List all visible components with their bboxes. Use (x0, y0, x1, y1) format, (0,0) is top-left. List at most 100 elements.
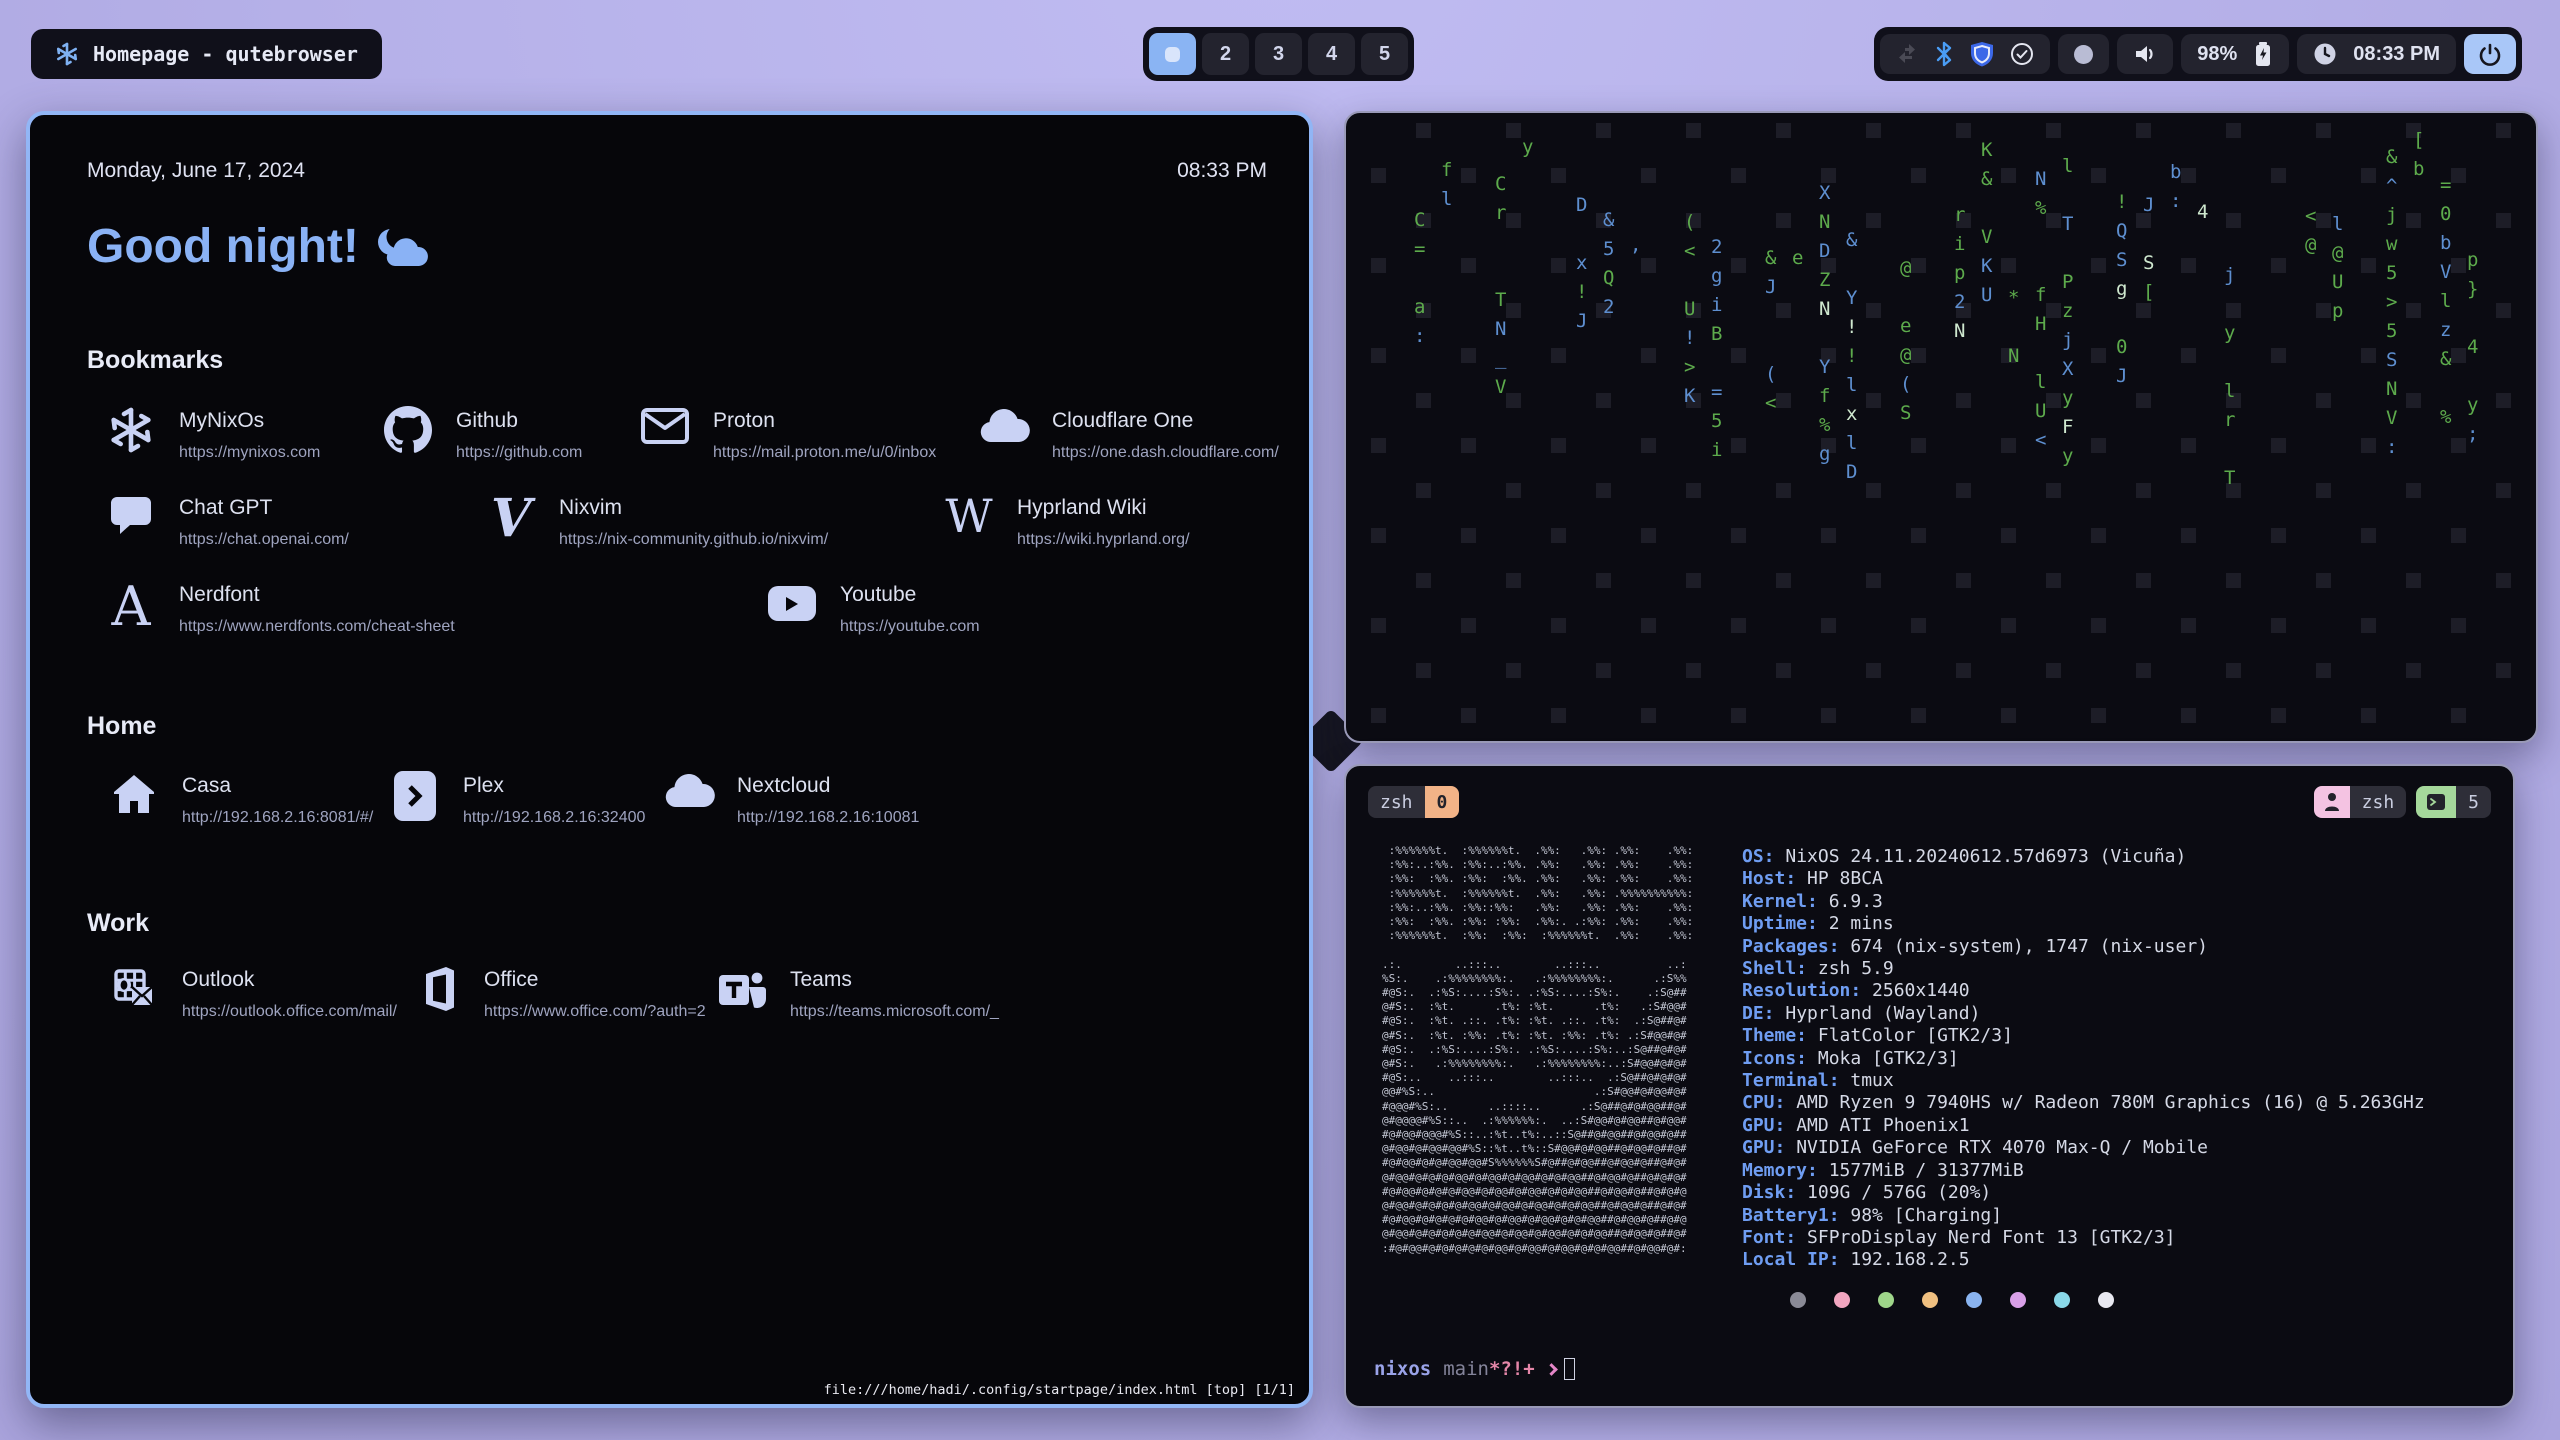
palette-dot (1966, 1292, 1982, 1308)
matrix-trail-block (1866, 123, 1881, 138)
matrix-trail-block (2316, 213, 2331, 228)
bookmark-plex[interactable]: Plexhttp://192.168.2.16:32400 (387, 771, 645, 827)
fastfetch-line: Uptime: 2 mins (1742, 913, 2425, 935)
workspace-button-3[interactable]: 3 (1255, 33, 1302, 75)
bookmark-nextcloud[interactable]: Nextcloudhttp://192.168.2.16:10081 (661, 771, 919, 827)
matrix-trail-block (2226, 663, 2241, 678)
matrix-rain-char: r (2224, 411, 2235, 430)
fastfetch-line: Shell: zsh 5.9 (1742, 958, 2425, 980)
matrix-trail-block (1641, 618, 1656, 633)
workspace-button-4[interactable]: 4 (1308, 33, 1355, 75)
matrix-trail-block (1371, 618, 1386, 633)
matrix-trail-block (2316, 123, 2331, 138)
matrix-rain-char: T (2224, 469, 2235, 488)
matrix-rain-char: y (2224, 324, 2235, 343)
matrix-trail-block (2496, 213, 2511, 228)
volume-module[interactable] (2117, 34, 2173, 74)
fastfetch-line: OS: NixOS 24.11.20240612.57d6973 (Vicuña… (1742, 846, 2425, 868)
bookmark-github[interactable]: Githubhttps://github.com (380, 406, 582, 462)
bookmark-mynixos[interactable]: MyNixOshttps://mynixos.com (103, 406, 320, 462)
matrix-rain-char: S (2116, 251, 2127, 270)
battery-charging-icon (2253, 41, 2273, 67)
matrix-rain-char: j (2386, 206, 2397, 225)
matrix-rain-char: f (1819, 387, 1830, 406)
matrix-rain-char: N (1819, 300, 1830, 319)
matrix-rain-char: S (1900, 404, 1911, 423)
bookmark-casa[interactable]: Casa http://192.168.2.16:8081/#/ (106, 771, 373, 827)
battery-module[interactable]: 98% (2181, 34, 2289, 74)
bookmark-office[interactable]: Officehttps://www.office.com/?auth=2 (408, 965, 706, 1021)
matrix-rain-char: < (2305, 207, 2316, 226)
shell-prompt[interactable]: nixosmain*?!+ (1374, 1358, 1575, 1380)
fastfetch-line: Battery1: 98% [Charging] (1742, 1205, 2425, 1227)
matrix-trail-block (2316, 573, 2331, 588)
bookmark-outlook[interactable]: Outlookhttps://outlook.office.com/mail/ (106, 965, 397, 1021)
tray-icons-group[interactable] (1880, 34, 2050, 74)
matrix-trail-block (2496, 483, 2511, 498)
workspace-button-5[interactable]: 5 (1361, 33, 1408, 75)
matrix-trail-block (1551, 168, 1566, 183)
matrix-rain-char: ; (2467, 425, 2478, 444)
tmux-terminal-window[interactable]: zsh 0 zsh (1344, 764, 2515, 1408)
check-circle-icon (2010, 42, 2034, 66)
bookmark-nerdfont[interactable]: ANerdfonthttps://www.nerdfonts.com/cheat… (103, 580, 455, 636)
bookmark-youtube[interactable]: Youtubehttps://youtube.com (764, 580, 980, 636)
fastfetch-line: Disk: 109G / 576G (20%) (1742, 1182, 2425, 1204)
window-title-pill[interactable]: Homepage - qutebrowser (31, 29, 382, 79)
fastfetch-line: CPU: AMD Ryzen 9 7940HS w/ Radeon 780M G… (1742, 1092, 2425, 1114)
clock-module[interactable]: 08:33 PM (2297, 34, 2456, 74)
matrix-rain-char: % (2440, 408, 2451, 427)
fastfetch-palette (1790, 1292, 2114, 1308)
system-tray: 98% 08:33 PM (1874, 27, 2522, 81)
matrix-rain-char: g (1819, 445, 1830, 464)
matrix-trail-block (2226, 573, 2241, 588)
qutebrowser-statusbar: file:///home/hadi/.config/startpage/inde… (824, 1382, 1295, 1398)
bookmark-hyprland-wiki[interactable]: WHyprland Wikihttps://wiki.hyprland.org/ (941, 493, 1190, 549)
matrix-rain-char: & (1603, 211, 1614, 230)
matrix-trail-block (1956, 663, 1971, 678)
bookmark-chat-gpt[interactable]: Chat GPThttps://chat.openai.com/ (103, 493, 349, 549)
matrix-rain-char: e (1900, 317, 1911, 336)
bookmark-name: Casa (182, 771, 373, 796)
greeting-text: Good night! (87, 219, 359, 274)
matrix-trail-block (1506, 303, 1521, 318)
matrix-trail-block (2091, 528, 2106, 543)
matrix-trail-block (2136, 303, 2151, 318)
idle-indicator[interactable] (2058, 34, 2109, 74)
bookmark-url: http://192.168.2.16:8081/#/ (182, 809, 373, 827)
matrix-rain-char: j (2224, 266, 2235, 285)
office-icon (408, 965, 464, 1021)
bookmark-cloudflare-one[interactable]: Cloudflare Onehttps://one.dash.cloudflar… (976, 406, 1279, 462)
matrix-rain-char: : (2170, 192, 2181, 211)
matrix-trail-block (1371, 528, 1386, 543)
bookmark-name: Plex (463, 771, 645, 796)
matrix-trail-block (2451, 708, 2466, 723)
fastfetch-line: Icons: Moka [GTK2/3] (1742, 1048, 2425, 1070)
matrix-rain-char: p (2332, 302, 2343, 321)
matrix-rain-char: l (1846, 376, 1857, 395)
tmux-status-left: zsh 0 (1368, 786, 1459, 818)
power-button[interactable] (2464, 34, 2516, 74)
workspace-button-2[interactable]: 2 (1202, 33, 1249, 75)
moon-cloud-icon (375, 226, 429, 268)
matrix-rain-char: > (1684, 358, 1695, 377)
bookmark-nixvim[interactable]: VNixvimhttps://nix-community.github.io/n… (483, 493, 828, 549)
matrix-trail-block (2406, 393, 2421, 408)
matrix-rain-char: y (2467, 396, 2478, 415)
matrix-terminal-window[interactable]: C=a:flCrTN_VyDx!J&5Q2,(<U!>K2giB=5i&J(<e… (1344, 111, 2538, 743)
matrix-rain-char: K (1981, 257, 1992, 276)
bookmark-teams[interactable]: Teamshttps://teams.microsoft.com/_ (714, 965, 999, 1021)
bookmark-proton[interactable]: Protonhttps://mail.proton.me/u/0/inbox (637, 406, 936, 462)
workspace-button-1[interactable] (1149, 33, 1196, 75)
startpage-date: Monday, June 17, 2024 (87, 159, 305, 183)
matrix-trail-block (1371, 258, 1386, 273)
matrix-rain-char: @ (1900, 259, 1911, 278)
matrix-trail-block (2136, 573, 2151, 588)
matrix-rain-char: S (2386, 351, 2397, 370)
tmux-status-right: zsh 5 (2314, 786, 2491, 818)
matrix-trail-block (2136, 663, 2151, 678)
matrix-trail-block (1866, 483, 1881, 498)
matrix-trail-block (1686, 663, 1701, 678)
matrix-rain-char: j (2062, 331, 2073, 350)
matrix-trail-block (2361, 168, 2376, 183)
